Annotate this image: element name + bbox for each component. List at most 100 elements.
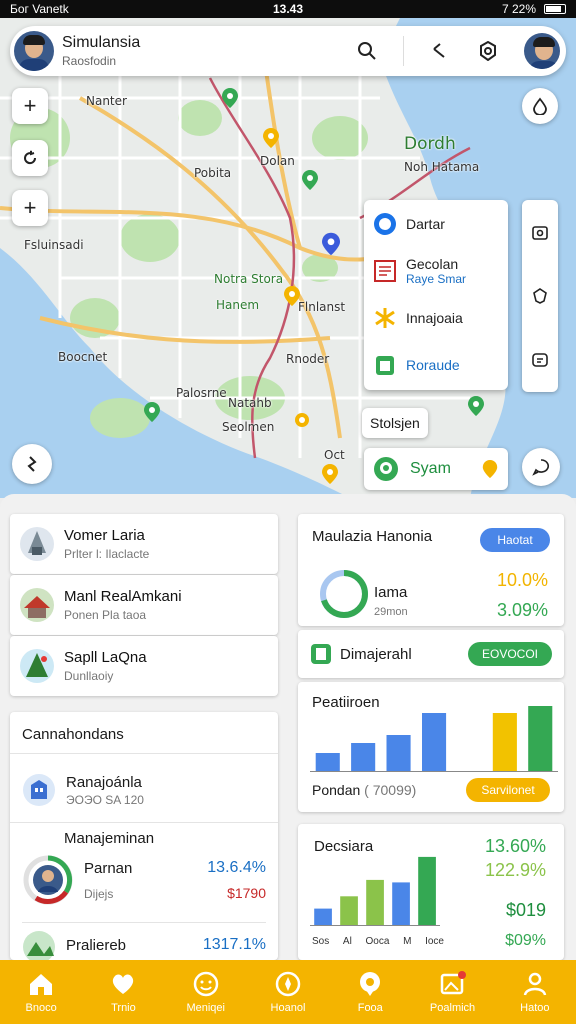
search-icon[interactable] — [355, 39, 379, 63]
categories-card: Cannahondans Ranajoánla ЭОЭО SA 120 Mana… — [10, 712, 278, 960]
map-label: Flnlanst — [298, 300, 346, 314]
bar-chart — [310, 706, 558, 772]
menu-item[interactable]: Dartar — [364, 200, 508, 247]
bottom-sheet: Vomer Laria Prlter l: Ilaclacte Manl Real… — [0, 494, 576, 960]
chart-bar — [366, 879, 384, 925]
heart-icon — [109, 970, 137, 998]
map-label: Palosrne — [176, 386, 227, 400]
message-icon[interactable] — [528, 348, 552, 372]
map-pin-icon[interactable] — [144, 402, 160, 422]
refresh-button[interactable] — [12, 140, 48, 176]
list-item[interactable]: Ranajoánla ЭОЭО SA 120 — [10, 770, 278, 810]
place-card[interactable]: Vomer Laria Prlter l: Ilaclacte — [10, 514, 278, 574]
location-icon — [372, 211, 398, 237]
menu-item[interactable]: Gecolan Raye Smar — [364, 247, 508, 294]
chart-footer-hint: ( 70099) — [364, 782, 417, 798]
camera-icon[interactable] — [528, 220, 552, 244]
list-item[interactable]: Parnan Dijejs 13.6.4% $1790 — [10, 852, 278, 908]
metric-action-button[interactable]: Haotat — [480, 528, 550, 552]
document-icon — [372, 258, 398, 284]
menu-item[interactable]: Roraude — [364, 341, 508, 388]
chart-bar — [528, 706, 553, 771]
map-label: Oct — [324, 448, 345, 462]
battery-label: 7 22% — [501, 2, 536, 16]
stat-value: $09% — [505, 932, 546, 949]
chart-bar — [492, 713, 517, 771]
shield-icon[interactable] — [528, 284, 552, 308]
map-label: Noh Hatama — [404, 160, 480, 174]
comment-button[interactable] — [522, 448, 560, 486]
home-icon — [27, 970, 55, 998]
map-pin-icon[interactable] — [263, 128, 279, 148]
chart-bar — [418, 856, 436, 925]
drop-icon — [533, 97, 547, 115]
map-pin-icon[interactable] — [294, 412, 310, 432]
pin-icon — [482, 460, 498, 478]
map-label: Dordh — [404, 134, 456, 154]
zoom-in-button[interactable]: + — [12, 88, 48, 124]
chart-footer: Pondan — [312, 782, 361, 798]
nav-tab-home[interactable]: Bnoco — [6, 970, 76, 1014]
profile-avatar[interactable] — [524, 33, 560, 69]
map-label: Notra Stora — [214, 272, 284, 286]
map-label: Seolmen — [222, 420, 275, 434]
action-chip[interactable]: Syam — [364, 448, 508, 490]
drop-button[interactable] — [522, 88, 558, 124]
chart-action-button[interactable]: Sarvilonet — [466, 778, 550, 802]
nav-tab-explore[interactable]: Hoanol — [253, 970, 323, 1014]
back-arrow-icon[interactable] — [428, 39, 452, 63]
map-pin-icon[interactable] — [302, 170, 318, 190]
ring-label: Iama — [374, 584, 408, 601]
app-header: Simulansia Raosfodin — [10, 26, 566, 76]
map-pin-icon[interactable] — [284, 286, 300, 306]
x-tick-label: M — [403, 936, 412, 947]
stat-value: 10.0% — [496, 570, 548, 590]
map-pin-icon[interactable] — [468, 396, 484, 416]
map-pin-icon[interactable] — [222, 88, 238, 108]
x-tick-label: Al — [342, 936, 352, 947]
clock: 13.43 — [272, 2, 304, 16]
compass-icon — [274, 970, 302, 998]
page-subtitle: Raosfodin — [62, 54, 117, 68]
nav-tab-places[interactable]: Fooa — [335, 970, 405, 1014]
menu-item[interactable]: Innajoaia — [364, 294, 508, 341]
comment-icon — [532, 459, 549, 476]
bottom-nav: Bnoco Trnio Meniqei Hoanol Fooa Poalmich… — [0, 960, 576, 1024]
nav-tab-mood[interactable]: Meniqei — [171, 970, 241, 1014]
nav-tab-gallery[interactable]: Poalmich — [418, 970, 488, 1014]
section-label: Manajeminan — [64, 830, 155, 847]
nav-tab-profile[interactable]: Hatoo — [500, 970, 570, 1014]
percent-value: 1317.1% — [202, 936, 266, 953]
building-icon — [23, 774, 55, 806]
list-item[interactable]: Praliereb 1317.1% — [10, 930, 278, 960]
location-chip[interactable]: Stolsjen — [362, 408, 428, 438]
chart-bar — [315, 753, 340, 771]
settings-icon[interactable] — [476, 39, 500, 63]
zoom-out-button[interactable]: + — [12, 190, 48, 226]
avatar — [23, 855, 73, 905]
place-card[interactable]: Manl RealAmkani Ponen Pla taoa — [10, 575, 278, 635]
chart-bar — [314, 908, 332, 925]
page-title: Simulansia — [62, 34, 141, 51]
map-label: Pobita — [194, 166, 232, 180]
map-label: Nanter — [86, 94, 127, 108]
avatar[interactable] — [14, 31, 54, 71]
nav-tab-favorites[interactable]: Trnio — [88, 970, 158, 1014]
directions-button[interactable] — [12, 444, 52, 484]
metric-row[interactable]: Dimajerahl EOVOCOI — [298, 630, 564, 678]
map-pin-icon[interactable] — [322, 464, 338, 484]
chart-bar — [392, 882, 410, 925]
chart-bar — [422, 713, 447, 771]
landscape-icon — [23, 931, 55, 960]
stat-value: 3.09% — [496, 600, 548, 620]
amount-value: $1790 — [227, 885, 266, 901]
map-pin-icon[interactable] — [322, 232, 340, 256]
route-icon — [27, 456, 37, 472]
carrier-label: Бог Vanetk — [10, 2, 69, 16]
place-thumbnail — [20, 527, 54, 561]
refresh-icon — [24, 150, 37, 165]
map-side-controls — [522, 200, 558, 392]
metric-row-button[interactable]: EOVOCOI — [468, 642, 552, 666]
place-card[interactable]: Sapll LaQna Dunllaoiy — [10, 636, 278, 696]
map-label: Rnoder — [286, 352, 330, 366]
